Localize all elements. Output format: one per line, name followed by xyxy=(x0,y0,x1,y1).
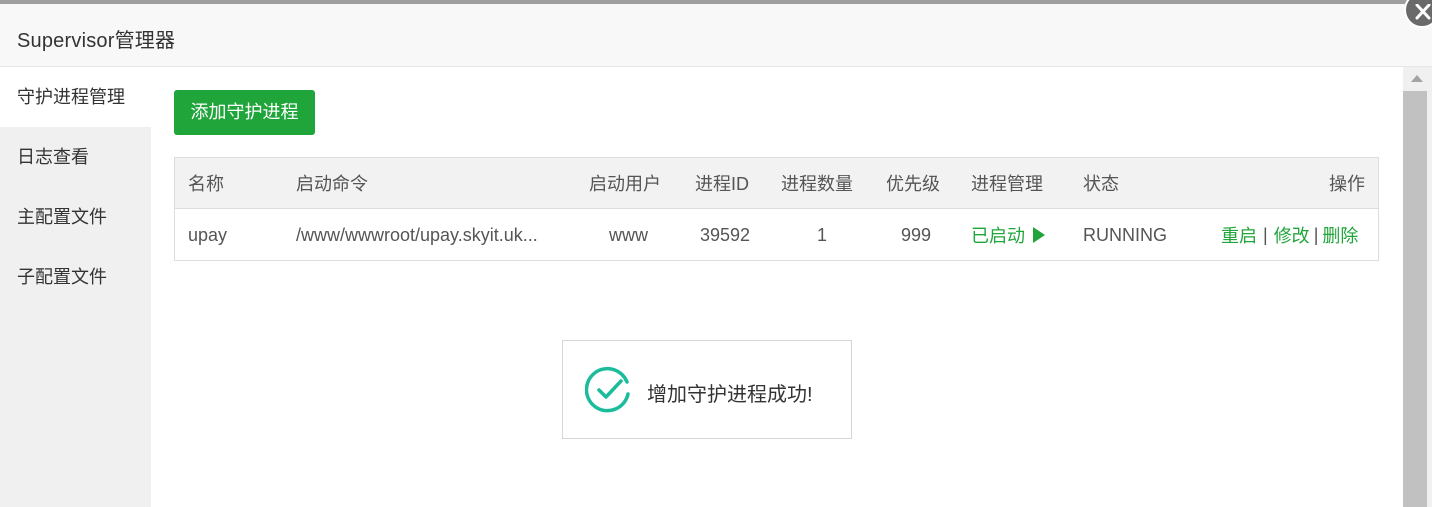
edit-link[interactable]: 修改 xyxy=(1274,222,1310,248)
chevron-up-icon xyxy=(1411,75,1423,82)
delete-link[interactable]: 删除 xyxy=(1322,222,1358,248)
play-icon xyxy=(1033,227,1045,243)
cell-command: /www/wwwroot/upay.skyit.uk... xyxy=(296,224,538,245)
sidebar: 守护进程管理 日志查看 主配置文件 子配置文件 xyxy=(0,67,151,507)
scroll-up-button[interactable] xyxy=(1403,67,1432,91)
cell-priority: 999 xyxy=(901,224,932,245)
sidebar-item-main-config[interactable]: 主配置文件 xyxy=(0,187,151,247)
close-icon xyxy=(1415,4,1431,20)
col-header-priority: 优先级 xyxy=(886,174,940,194)
manage-status-label: 已启动 xyxy=(971,226,1025,246)
col-header-actions: 操作 xyxy=(1329,174,1365,194)
add-daemon-button[interactable]: 添加守护进程 xyxy=(174,90,315,135)
restart-link[interactable]: 重启 xyxy=(1221,222,1257,248)
scroll-thumb[interactable] xyxy=(1403,91,1427,507)
process-manage-toggle[interactable]: 已启动 xyxy=(971,210,1045,260)
table-row: upay /www/wwwroot/upay.skyit.uk... www 3… xyxy=(175,210,1378,260)
dialog-title: Supervisor管理器 xyxy=(17,30,176,52)
process-table: 名称 启动命令 启动用户 进程ID 进程数量 优先级 进程管理 状态 操作 up… xyxy=(174,157,1379,261)
col-header-command: 启动命令 xyxy=(296,174,368,194)
col-header-name: 名称 xyxy=(188,174,224,194)
sidebar-item-process-manage[interactable]: 守护进程管理 xyxy=(0,67,151,127)
toast-message: 增加守护进程成功! xyxy=(647,384,813,406)
col-header-status: 状态 xyxy=(1083,174,1119,194)
col-header-count: 进程数量 xyxy=(781,174,853,194)
sidebar-item-log-view[interactable]: 日志查看 xyxy=(0,127,151,187)
table-header: 名称 启动命令 启动用户 进程ID 进程数量 优先级 进程管理 状态 操作 xyxy=(175,158,1378,209)
col-header-pid: 进程ID xyxy=(695,174,749,194)
vertical-scrollbar[interactable] xyxy=(1403,67,1432,507)
action-separator: | xyxy=(1313,224,1319,245)
col-header-user: 启动用户 xyxy=(589,174,661,194)
col-header-manage: 进程管理 xyxy=(971,174,1043,194)
cell-pid: 39592 xyxy=(700,224,751,245)
cell-status: RUNNING xyxy=(1083,224,1167,245)
action-separator: | xyxy=(1263,224,1268,245)
check-circle-icon xyxy=(585,366,630,413)
cell-count: 1 xyxy=(817,224,828,245)
cell-actions: 重启 | 修改 | 删除 xyxy=(1221,210,1358,260)
main-content: 添加守护进程 名称 启动命令 启动用户 进程ID 进程数量 优先级 进程管理 状… xyxy=(151,67,1403,507)
sidebar-item-sub-config[interactable]: 子配置文件 xyxy=(0,247,151,307)
cell-name: upay xyxy=(188,224,228,245)
success-toast: 增加守护进程成功! xyxy=(562,340,852,439)
dialog-header: Supervisor管理器 xyxy=(0,4,1432,67)
cell-user: www xyxy=(609,224,648,245)
